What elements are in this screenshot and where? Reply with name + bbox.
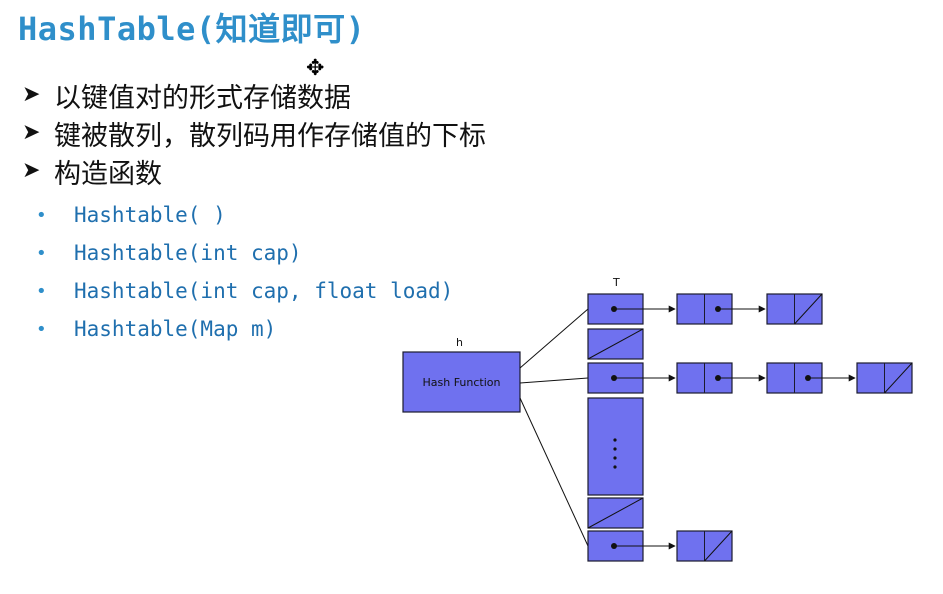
hash-table-array	[587, 293, 644, 562]
chain-row-1	[614, 293, 823, 325]
hash-function-label: Hash Function	[423, 376, 501, 389]
hash-label: h	[456, 336, 463, 349]
table-label: T	[612, 276, 620, 289]
hashtable-diagram: T h Hash Function	[402, 276, 913, 562]
hash-connector-lines	[519, 308, 589, 547]
table-slot-ellipsis	[587, 397, 644, 496]
slide: HashTable(知道即可) ✥ ➤ 以键值对的形式存储数据 ➤ 键被散列，散…	[0, 0, 943, 594]
chain-row-2	[614, 362, 913, 394]
